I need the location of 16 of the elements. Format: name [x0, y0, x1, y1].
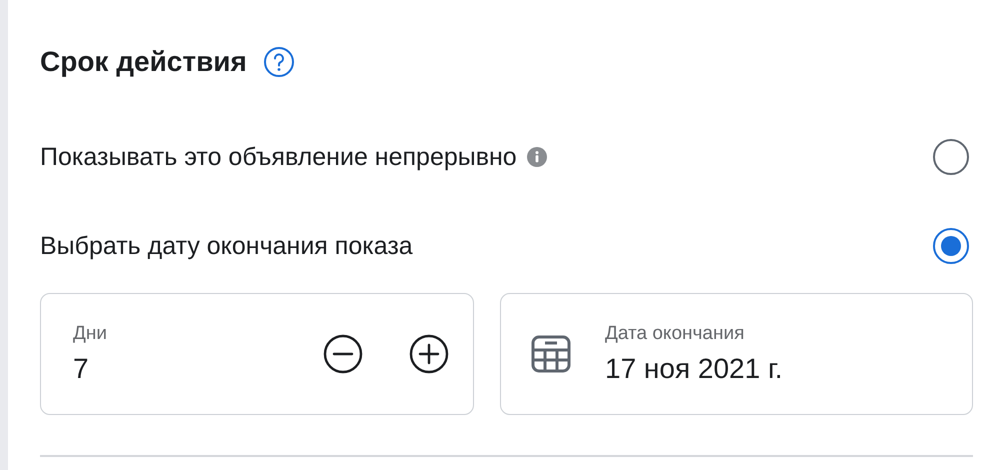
- info-icon[interactable]: [526, 147, 547, 167]
- plus-icon[interactable]: [409, 334, 449, 374]
- radio-button[interactable]: [933, 139, 969, 175]
- section-title: Срок действия: [40, 46, 247, 78]
- option-label: Показывать это объявление непрерывно: [40, 142, 517, 172]
- end-date-field[interactable]: Дата окончания 17 ноя 2021 г.: [500, 293, 973, 415]
- option-label: Выбрать дату окончания показа: [40, 232, 413, 260]
- days-field[interactable]: Дни 7: [40, 293, 474, 415]
- minus-icon[interactable]: [323, 334, 363, 374]
- radio-button[interactable]: [933, 228, 969, 264]
- field-value: 7: [73, 353, 90, 385]
- field-label: Дни: [73, 323, 107, 345]
- field-value: 17 ноя 2021 г.: [605, 353, 783, 385]
- help-icon[interactable]: [262, 46, 295, 78]
- field-label: Дата окончания: [605, 323, 746, 345]
- calendar-icon: [531, 334, 571, 374]
